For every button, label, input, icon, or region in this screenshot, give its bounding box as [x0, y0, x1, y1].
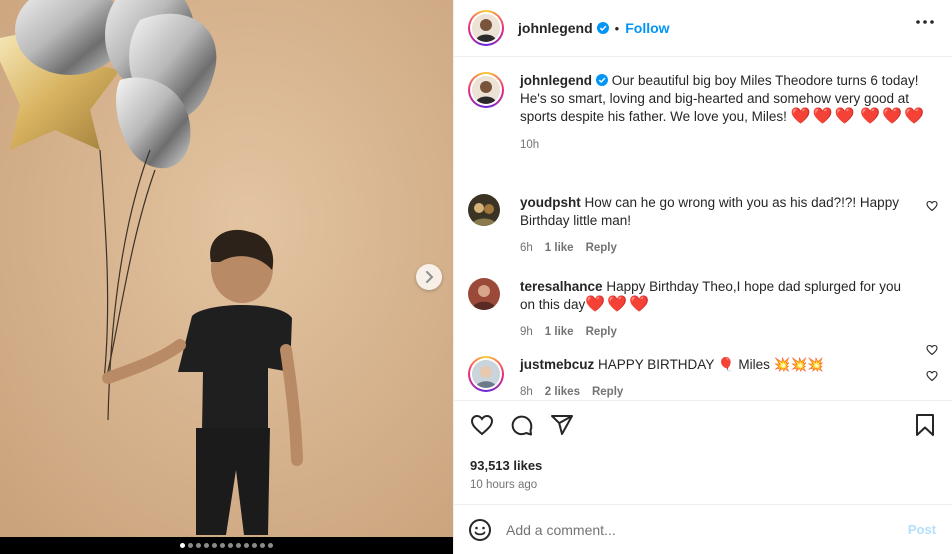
- carousel-dot: [220, 543, 225, 548]
- carousel-dot: [252, 543, 257, 548]
- author-avatar[interactable]: [468, 10, 504, 46]
- comment-item: teresalhance Happy Birthday Theo,I hope …: [468, 278, 938, 341]
- carousel-indicator: [0, 537, 453, 554]
- comment-username[interactable]: youdpsht: [520, 195, 581, 210]
- carousel-dot: [212, 543, 217, 548]
- comment-input[interactable]: [506, 521, 886, 538]
- avatar-image: [468, 278, 500, 310]
- carousel-dot: [260, 543, 265, 548]
- share-icon[interactable]: [550, 413, 574, 437]
- reply-button[interactable]: Reply: [586, 239, 617, 257]
- follow-button[interactable]: Follow: [625, 20, 669, 36]
- carousel-dot: [204, 543, 209, 548]
- comment-likes[interactable]: 2 likes: [545, 383, 580, 400]
- comment-username[interactable]: teresalhance: [520, 279, 603, 294]
- caption-hearts: ❤️❤️❤️: [790, 108, 857, 125]
- like-icon[interactable]: [470, 413, 494, 437]
- comment-time[interactable]: 8h: [520, 383, 533, 400]
- photo-scene: [0, 0, 453, 554]
- more-horizontal-icon[interactable]: [916, 20, 934, 24]
- balloon-emoji: 🎈: [717, 357, 735, 372]
- post-header: johnlegend • Follow: [454, 0, 952, 57]
- save-bookmark-icon[interactable]: [914, 413, 936, 437]
- comment-icon[interactable]: [510, 413, 534, 437]
- comment-likes[interactable]: 1 like: [545, 323, 574, 341]
- caption: johnlegend Our beautiful big boy Miles T…: [468, 72, 938, 154]
- carousel-dot: [188, 543, 193, 548]
- emoji-icon[interactable]: [468, 518, 492, 542]
- commenter-avatar[interactable]: [468, 356, 504, 392]
- comment-item: justmebcuz HAPPY BIRTHDAY 🎈 Miles 💥💥💥 8h…: [468, 356, 938, 400]
- carousel-dot: [180, 543, 185, 548]
- header-separator: •: [614, 20, 620, 36]
- avatar-image: [472, 14, 500, 42]
- comment-time[interactable]: 6h: [520, 239, 533, 257]
- comment-hearts: ❤️❤️❤️: [585, 296, 652, 313]
- post-timestamp[interactable]: 10 hours ago: [470, 479, 537, 491]
- caption-hearts-2: ❤️❤️❤️: [860, 108, 926, 125]
- post-comment-button[interactable]: Post: [908, 522, 936, 537]
- comments-feed[interactable]: johnlegend Our beautiful big boy Miles T…: [454, 58, 952, 400]
- caption-username[interactable]: johnlegend: [520, 73, 592, 88]
- reply-button[interactable]: Reply: [586, 323, 617, 341]
- carousel-dot: [196, 543, 201, 548]
- commenter-avatar[interactable]: [468, 278, 500, 310]
- comment-time[interactable]: 9h: [520, 323, 533, 341]
- post-photo[interactable]: [0, 0, 453, 554]
- comment-likes[interactable]: 1 like: [545, 239, 574, 257]
- avatar-image: [468, 194, 500, 226]
- comment-text: HAPPY BIRTHDAY: [598, 357, 715, 372]
- carousel-next-button[interactable]: [416, 264, 442, 290]
- reply-button[interactable]: Reply: [592, 383, 623, 400]
- comment-like-icon[interactable]: [926, 344, 938, 356]
- comment-like-icon[interactable]: [926, 200, 938, 212]
- avatar-image: [472, 76, 500, 104]
- comment-composer: Post: [454, 504, 952, 554]
- caption-time[interactable]: 10h: [520, 136, 539, 154]
- verified-badge-icon: [596, 22, 609, 34]
- commenter-avatar[interactable]: [468, 194, 500, 226]
- avatar-image: [472, 360, 500, 388]
- post-actions: 93,513 likes 10 hours ago: [454, 400, 952, 504]
- carousel-dot: [228, 543, 233, 548]
- verified-badge-icon: [596, 74, 608, 86]
- author-username[interactable]: johnlegend: [518, 20, 593, 36]
- comment-like-icon[interactable]: [926, 370, 938, 382]
- carousel-dot: [268, 543, 273, 548]
- carousel-dot: [236, 543, 241, 548]
- carousel-dot: [244, 543, 249, 548]
- post-sidebar: johnlegend • Follow johnlegend Our beaut…: [453, 0, 952, 554]
- comment-item: youdpsht How can he go wrong with you as…: [468, 194, 938, 257]
- caption-avatar[interactable]: [468, 72, 504, 108]
- likes-count[interactable]: 93,513 likes: [470, 458, 542, 473]
- comment-username[interactable]: justmebcuz: [520, 357, 594, 372]
- instagram-post-modal: johnlegend • Follow johnlegend Our beaut…: [0, 0, 952, 554]
- chevron-right-icon: [426, 271, 434, 283]
- comment-text-2: Miles: [738, 357, 770, 372]
- burst-emojis: 💥💥💥: [773, 357, 825, 372]
